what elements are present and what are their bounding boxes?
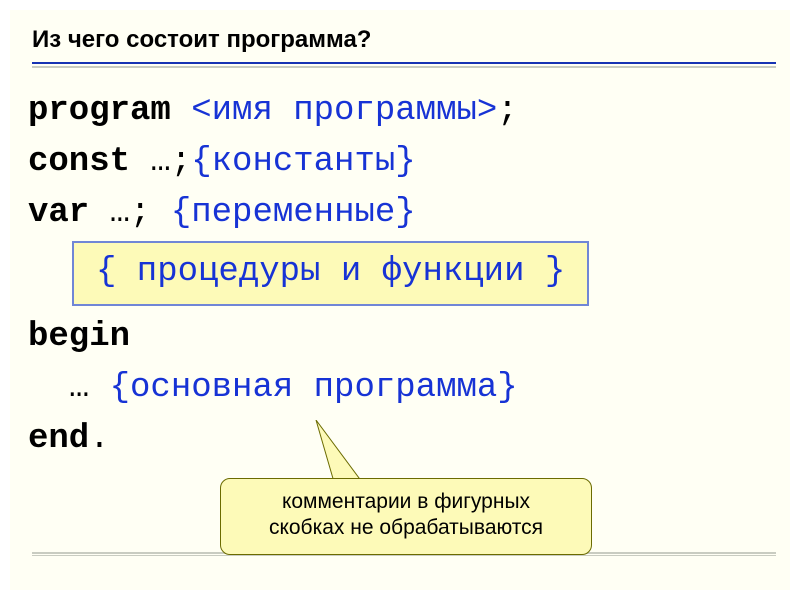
comment-variables: {переменные} xyxy=(171,194,416,232)
dot-end: . xyxy=(89,420,109,458)
ellipsis-main: … xyxy=(69,369,110,407)
keyword-end: end xyxy=(28,420,89,458)
semicolon: ; xyxy=(497,92,517,130)
ellipsis-var: …; xyxy=(110,194,171,232)
slide: Из чего состоит программа? program <имя … xyxy=(10,10,790,590)
keyword-program: program xyxy=(28,92,191,130)
callout-line-2: скобках не обрабатываются xyxy=(235,515,577,541)
callout-bubble: комментарии в фигурных скобках не обраба… xyxy=(220,478,592,555)
code-line-begin: begin xyxy=(28,312,776,363)
keyword-begin: begin xyxy=(28,318,130,356)
callout-tail-icon xyxy=(314,420,374,482)
code-line-main: … {основная программа} xyxy=(28,363,776,414)
callout: комментарии в фигурных скобках не обраба… xyxy=(220,478,592,555)
slide-container: Из чего состоит программа? program <имя … xyxy=(0,0,800,600)
callout-line-1: комментарии в фигурных xyxy=(235,489,577,515)
ellipsis-const: …; xyxy=(150,143,191,181)
keyword-var: var xyxy=(28,194,110,232)
title-divider xyxy=(32,62,776,64)
code-area: program <имя программы>; const …;{конста… xyxy=(24,68,776,465)
bottom-divider-thin xyxy=(32,555,776,556)
procedures-box: { процедуры и функции } xyxy=(72,241,589,306)
placeholder-program-name: <имя программы> xyxy=(191,92,497,130)
comment-constants: {константы} xyxy=(191,143,415,181)
title-block: Из чего состоит программа? xyxy=(32,22,776,68)
indent-main xyxy=(28,369,69,407)
code-line-end: end. xyxy=(28,414,776,465)
code-line-program: program <имя программы>; xyxy=(28,86,776,137)
code-line-const: const …;{константы} xyxy=(28,137,776,188)
comment-main-program: {основная программа} xyxy=(110,369,518,407)
slide-title: Из чего состоит программа? xyxy=(32,22,776,62)
code-line-var: var …; {переменные} xyxy=(28,188,776,239)
procedures-box-wrap: { процедуры и функции } xyxy=(28,239,776,312)
keyword-const: const xyxy=(28,143,150,181)
